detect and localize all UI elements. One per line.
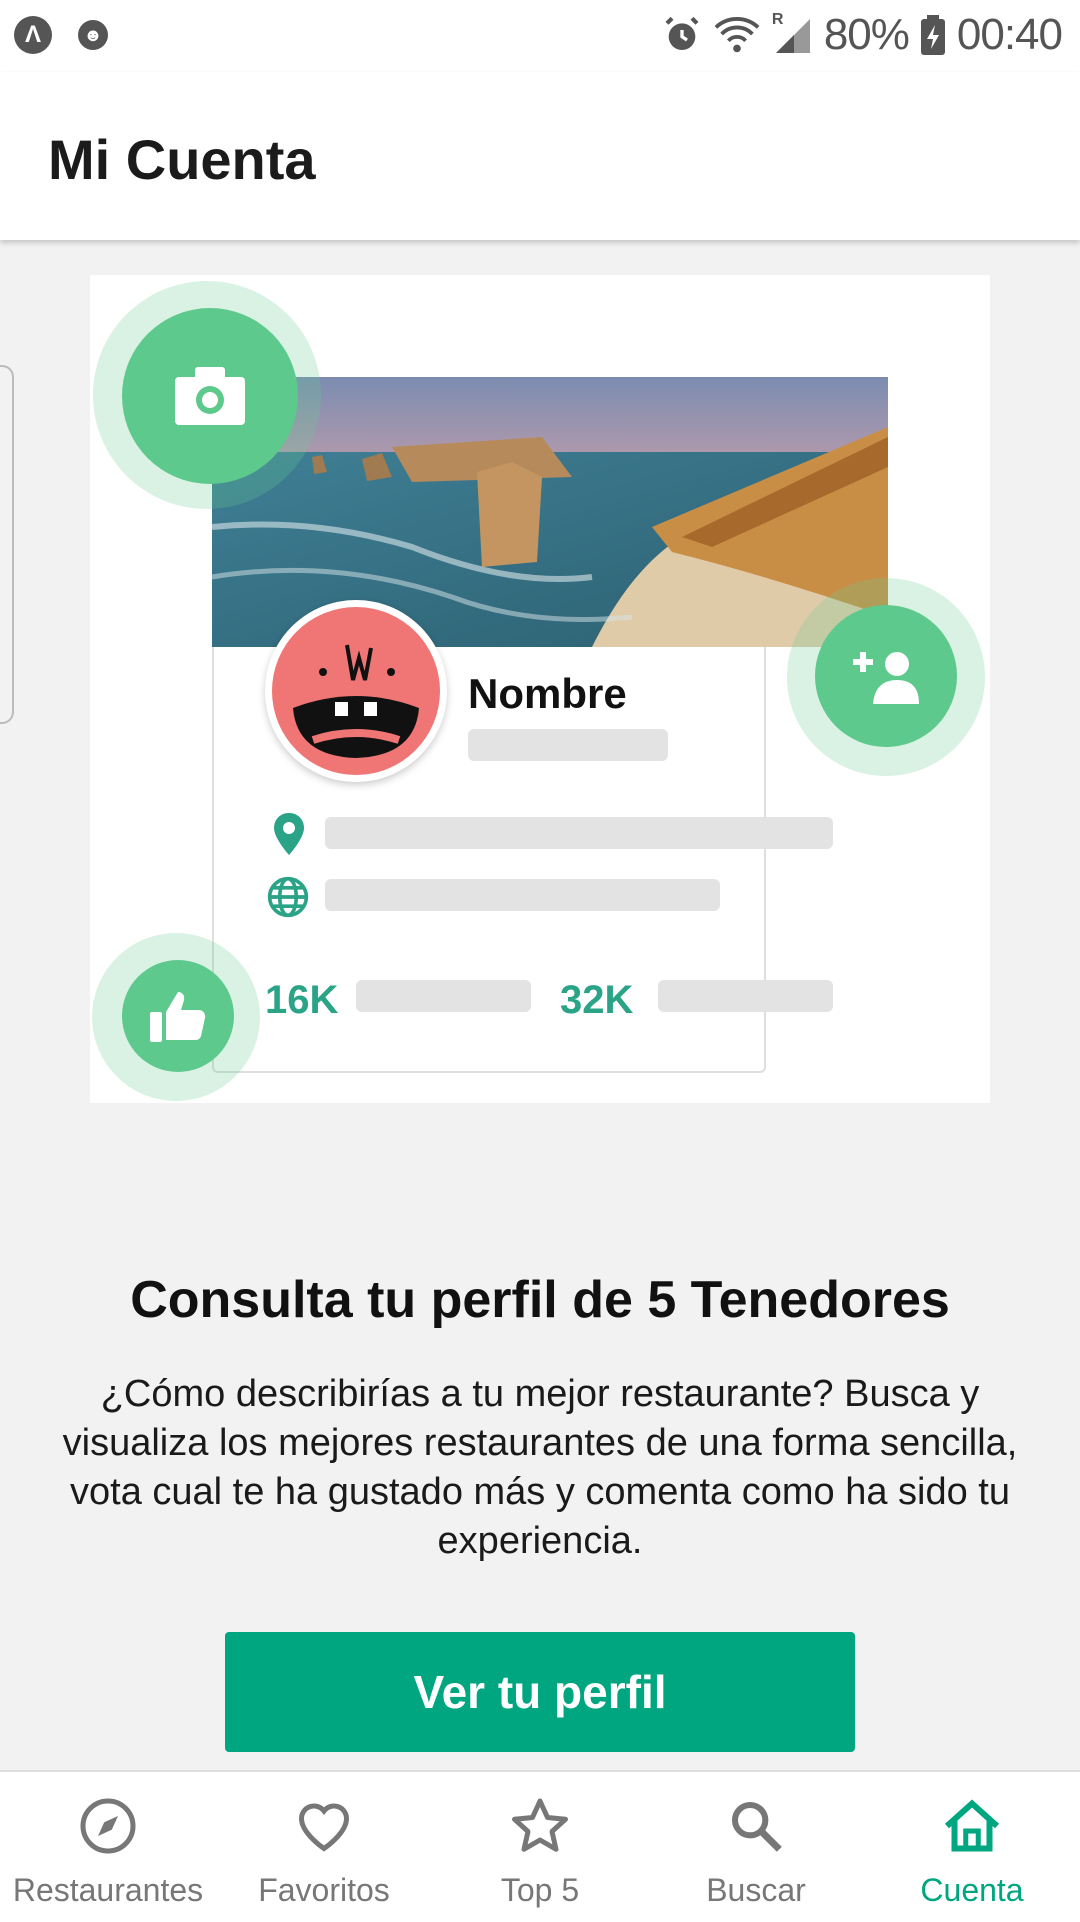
nav-label: Restaurantes	[12, 1872, 204, 1908]
like-badge	[122, 960, 234, 1072]
nav-item-favoritos[interactable]: Favoritos	[216, 1772, 432, 1922]
location-pin-icon	[274, 813, 304, 855]
nav-label: Cuenta	[920, 1872, 1024, 1908]
description: ¿Cómo describirías a tu mejor restaurant…	[62, 1373, 1018, 1562]
alarm-icon	[662, 15, 702, 55]
avatar	[265, 600, 447, 782]
nav-item-buscar[interactable]: Buscar	[648, 1772, 864, 1922]
edge-panel-handle[interactable]	[0, 365, 14, 724]
followers-count: 16K	[265, 978, 339, 1022]
globe-icon	[267, 876, 309, 918]
following-count: 32K	[560, 978, 634, 1022]
placeholder-bar	[356, 980, 531, 1012]
app-notification-icon: Λ	[14, 16, 52, 54]
compass-icon	[78, 1794, 138, 1858]
nav-label: Buscar	[706, 1872, 806, 1908]
star-icon	[510, 1794, 570, 1858]
placeholder-bar	[325, 817, 833, 849]
heart-icon	[294, 1794, 354, 1858]
page-title: Mi Cuenta	[48, 128, 316, 191]
camera-icon	[175, 367, 245, 425]
nav-label: Favoritos	[258, 1872, 390, 1908]
nav-item-cuenta[interactable]: Cuenta	[864, 1772, 1080, 1922]
monster-avatar-icon	[272, 607, 440, 775]
status-right-icons: R 80% 00:40	[662, 10, 1063, 60]
search-icon	[728, 1794, 784, 1858]
nav-item-restaurantes[interactable]: Restaurantes	[0, 1772, 216, 1922]
placeholder-bar	[468, 729, 668, 761]
nav-label: Top 5	[500, 1872, 580, 1908]
signal-icon: R	[772, 11, 812, 55]
nav-item-top5[interactable]: Top 5	[432, 1772, 648, 1922]
app-bar: Mi Cuenta	[0, 72, 1080, 240]
network-badge: R	[771, 11, 784, 28]
clock: 00:40	[956, 10, 1063, 59]
profile-name: Nombre	[468, 670, 627, 717]
battery-charging-icon	[920, 15, 945, 55]
bottom-navigation: Restaurantes Favoritos Top 5 Buscar Cuen…	[0, 1770, 1080, 1922]
placeholder-bar	[325, 879, 720, 911]
wifi-icon	[714, 15, 760, 55]
add-person-badge	[815, 605, 957, 747]
camera-badge	[122, 308, 298, 484]
home-icon	[942, 1794, 1002, 1858]
view-profile-button[interactable]: Ver tu perfil	[225, 1632, 855, 1752]
battery-percent: 80%	[823, 10, 910, 59]
status-left-icons: Λ ☻	[14, 16, 108, 54]
placeholder-bar	[658, 980, 833, 1012]
profile-illustration: Nombre 16K 32K	[90, 275, 990, 1103]
game-notification-icon: ☻	[78, 20, 108, 50]
headline: Consulta tu perfil de 5 Tenedores	[130, 1271, 950, 1329]
thumbs-up-icon	[150, 992, 206, 1042]
status-bar: Λ ☻ R 80% 00:40	[0, 0, 1080, 72]
add-person-icon	[853, 652, 919, 704]
